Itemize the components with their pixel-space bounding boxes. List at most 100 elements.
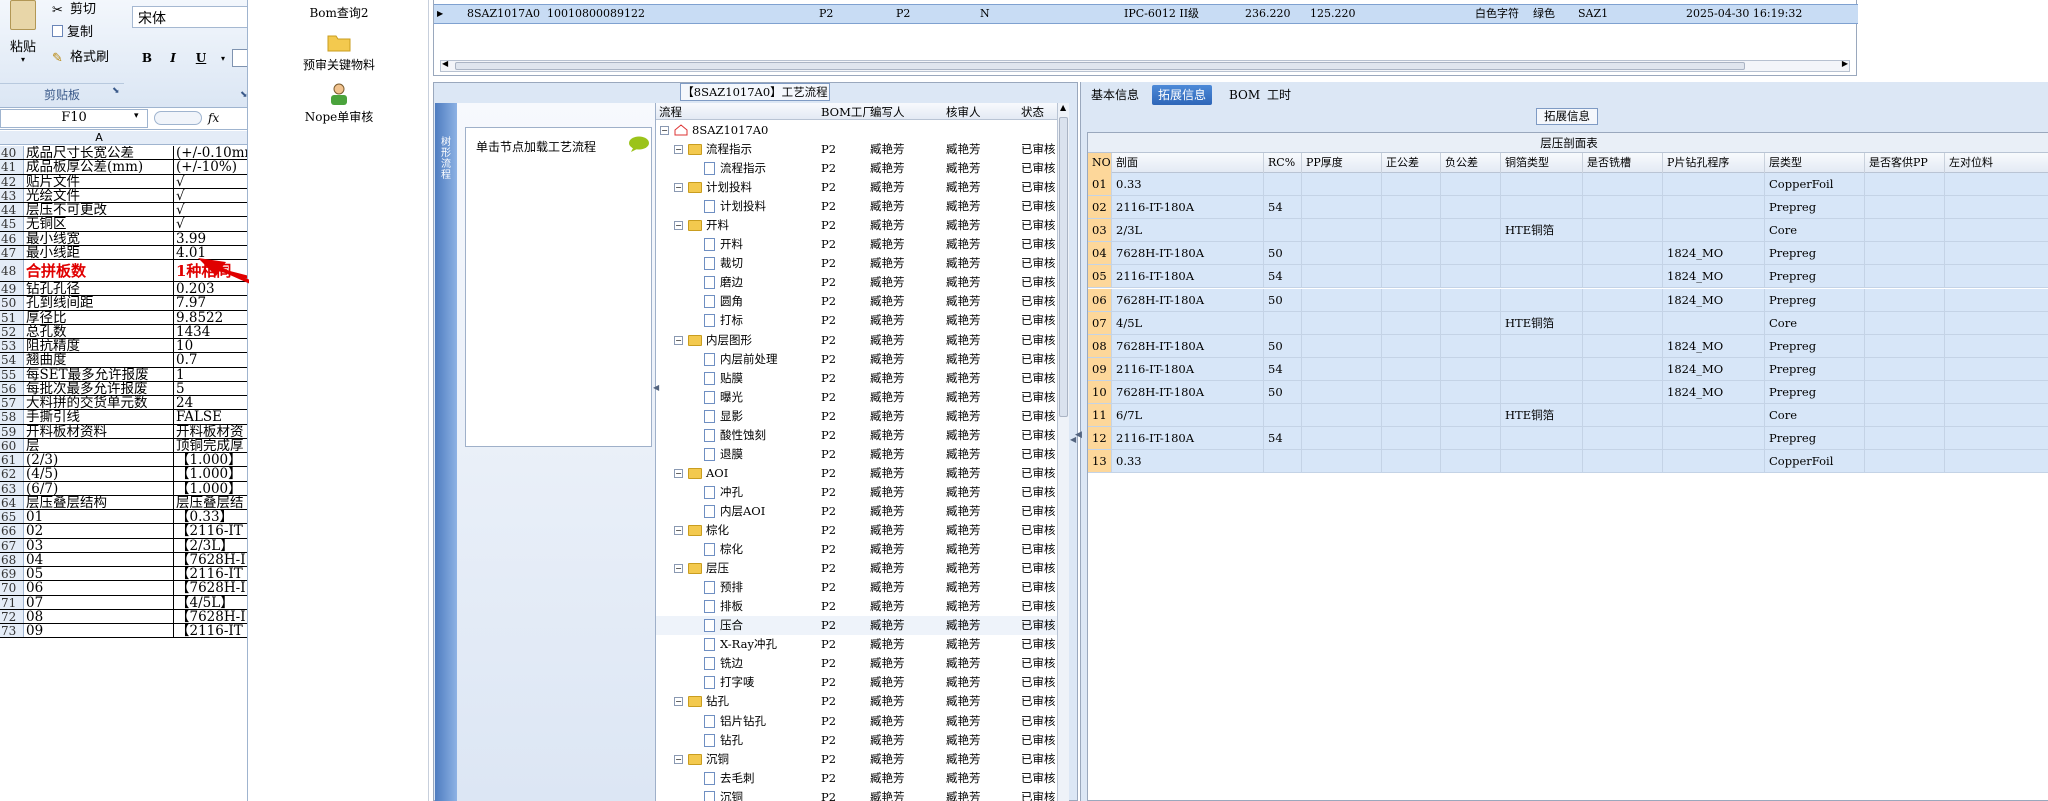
table-cell[interactable]: 2116-IT-180A bbox=[1112, 196, 1264, 219]
table-cell[interactable] bbox=[1501, 357, 1583, 380]
table-row[interactable]: 11 6/7L HTE铜箔 Core bbox=[1088, 404, 2048, 427]
table-cell[interactable] bbox=[1945, 289, 2048, 311]
table-cell[interactable] bbox=[1382, 288, 1441, 311]
table-cell[interactable]: 05 bbox=[1088, 265, 1112, 288]
tree-node[interactable]: 退膜 P2 臧艳芳 臧艳芳 已审核 bbox=[656, 445, 1058, 464]
table-cell[interactable]: 1824_MO bbox=[1663, 288, 1765, 311]
scrollbar-thumb[interactable] bbox=[455, 62, 1745, 70]
tree-node[interactable]: 预排 P2 臧艳芳 臧艳芳 已审核 bbox=[656, 578, 1058, 597]
table-cell[interactable]: 7628H-IT-180A bbox=[1112, 334, 1264, 357]
table-cell[interactable] bbox=[1583, 173, 1663, 195]
table-cell[interactable]: Prepreg bbox=[1765, 380, 1865, 403]
table-row[interactable]: 01 0.33 CopperFoil bbox=[1088, 173, 2048, 196]
table-cell[interactable] bbox=[1264, 311, 1302, 334]
table-cell[interactable] bbox=[1865, 311, 1945, 334]
table-cell[interactable] bbox=[1945, 173, 2048, 195]
table-cell[interactable]: Prepreg bbox=[1765, 357, 1865, 380]
table-cell[interactable]: 1824_MO bbox=[1663, 334, 1765, 357]
table-cell[interactable] bbox=[1865, 242, 1945, 265]
table-cell[interactable] bbox=[1865, 196, 1945, 219]
table-cell[interactable]: 09 bbox=[1088, 357, 1112, 380]
table-row[interactable]: ▶ 8SAZ1017A0 10010800089122 P2 P2 N IPC-… bbox=[434, 4, 1858, 24]
table-row[interactable]: 06 7628H-IT-180A 50 1824_MO Prepreg bbox=[1088, 288, 2048, 312]
tab-extended-info[interactable]: 拓展信息 bbox=[1152, 85, 1213, 105]
table-cell[interactable]: 10 bbox=[1088, 380, 1112, 403]
table-cell[interactable]: 1824_MO bbox=[1663, 242, 1765, 265]
table-cell[interactable] bbox=[1945, 381, 2048, 403]
table-cell[interactable]: 01 bbox=[1088, 173, 1112, 195]
collapse-icon[interactable]: − bbox=[674, 335, 683, 345]
tree-node[interactable]: 铝片钻孔 P2 臧艳芳 臧艳芳 已审核 bbox=[656, 712, 1058, 731]
collapse-icon[interactable]: − bbox=[660, 126, 669, 135]
table-cell[interactable] bbox=[1382, 265, 1441, 288]
table-cell[interactable] bbox=[1302, 242, 1382, 265]
table-cell[interactable] bbox=[1501, 427, 1583, 450]
table-cell[interactable]: 7628H-IT-180A bbox=[1112, 288, 1264, 311]
table-cell[interactable]: 50 bbox=[1264, 288, 1302, 311]
table-cell[interactable]: 07 bbox=[1088, 311, 1112, 334]
table-cell[interactable] bbox=[1441, 219, 1501, 242]
table-cell[interactable] bbox=[1302, 334, 1382, 357]
table-cell[interactable]: 54 bbox=[1264, 357, 1302, 380]
table-cell[interactable] bbox=[1302, 311, 1382, 334]
table-cell[interactable] bbox=[1441, 380, 1501, 403]
table-cell[interactable]: Prepreg bbox=[1765, 334, 1865, 357]
tree-node[interactable]: 流程指示 P2 臧艳芳 臧艳芳 已审核 bbox=[656, 159, 1058, 178]
table-cell[interactable]: 2116-IT-180A bbox=[1112, 357, 1264, 380]
tree-node[interactable]: 打标 P2 臧艳芳 臧艳芳 已审核 bbox=[656, 311, 1058, 330]
table-cell[interactable] bbox=[1945, 427, 2048, 449]
table-cell[interactable] bbox=[1945, 219, 2048, 241]
collapse-icon[interactable]: − bbox=[674, 697, 683, 707]
table-cell[interactable]: 0.33 bbox=[1112, 450, 1264, 473]
tree-node[interactable]: 铣边 P2 臧艳芳 臧艳芳 已审核 bbox=[656, 654, 1058, 673]
collapse-icon[interactable]: − bbox=[674, 221, 683, 231]
tree-node[interactable]: 酸性蚀刻 P2 臧艳芳 臧艳芳 已审核 bbox=[656, 426, 1058, 445]
tree-node[interactable]: 钻孔 P2 臧艳芳 臧艳芳 已审核 bbox=[656, 731, 1058, 750]
tree-node[interactable]: X-Ray冲孔 P2 臧艳芳 臧艳芳 已审核 bbox=[656, 635, 1058, 654]
table-cell[interactable]: CopperFoil bbox=[1765, 173, 1865, 195]
table-cell[interactable] bbox=[1663, 404, 1765, 426]
table-row[interactable]: 10 7628H-IT-180A 50 1824_MO Prepreg bbox=[1088, 380, 2048, 404]
table-cell[interactable] bbox=[1302, 173, 1382, 195]
col-layer-type[interactable]: 层类型 bbox=[1765, 153, 1865, 173]
table-cell[interactable] bbox=[1302, 450, 1382, 473]
table-cell[interactable] bbox=[1501, 334, 1583, 357]
table-cell[interactable] bbox=[1302, 427, 1382, 450]
table-row[interactable]: 07 4/5L HTE铜箔 Core bbox=[1088, 311, 2048, 335]
tree-node[interactable]: − 沉铜 P2 臧艳芳 臧艳芳 已审核 bbox=[656, 750, 1058, 769]
table-cell[interactable]: 54 bbox=[1264, 427, 1302, 450]
col-drill-program[interactable]: P片钻孔程序 bbox=[1663, 153, 1765, 173]
tree-node[interactable]: 圆角 P2 臧艳芳 臧艳芳 已审核 bbox=[656, 292, 1058, 311]
table-cell[interactable] bbox=[1441, 311, 1501, 334]
tree-node[interactable]: − 层压 P2 臧艳芳 臧艳芳 已审核 bbox=[656, 559, 1058, 578]
table-cell[interactable] bbox=[1865, 173, 1945, 195]
table-cell[interactable]: 04 bbox=[1088, 242, 1112, 265]
tree-node[interactable]: 去毛刺 P2 臧艳芳 臧艳芳 已审核 bbox=[656, 769, 1058, 788]
collapse-icon[interactable]: − bbox=[674, 564, 683, 574]
nav-item-bom-query[interactable]: Bom查询2 bbox=[249, 4, 429, 21]
chat-bubble-icon[interactable] bbox=[628, 136, 650, 152]
collapse-icon[interactable]: − bbox=[674, 183, 683, 193]
col-left-align[interactable]: 左对位料 bbox=[1945, 153, 2048, 173]
table-cell[interactable]: 2116-IT-180A bbox=[1112, 265, 1264, 288]
table-cell[interactable]: 2/3L bbox=[1112, 219, 1264, 242]
tree-root[interactable]: − 8SAZ1017A0 bbox=[656, 121, 1058, 140]
tree-node[interactable]: 冲孔 P2 臧艳芳 臧艳芳 已审核 bbox=[656, 483, 1058, 502]
table-cell[interactable] bbox=[1583, 357, 1663, 380]
table-cell[interactable]: 50 bbox=[1264, 380, 1302, 403]
table-cell[interactable]: 7628H-IT-180A bbox=[1112, 380, 1264, 403]
collapse-icon[interactable]: − bbox=[674, 145, 683, 154]
chevron-up-icon[interactable]: ▲ bbox=[1060, 103, 1066, 112]
table-cell[interactable] bbox=[1441, 357, 1501, 380]
table-cell[interactable] bbox=[1865, 427, 1945, 450]
table-cell[interactable] bbox=[1441, 173, 1501, 195]
table-cell[interactable] bbox=[1583, 311, 1663, 334]
tree-node[interactable]: 开料 P2 臧艳芳 臧艳芳 已审核 bbox=[656, 235, 1058, 254]
table-cell[interactable] bbox=[1583, 380, 1663, 403]
col-rc[interactable]: RC% bbox=[1264, 153, 1302, 173]
tree-node[interactable]: 棕化 P2 臧艳芳 臧艳芳 已审核 bbox=[656, 540, 1058, 559]
table-cell[interactable] bbox=[1945, 335, 2048, 357]
col-section[interactable]: 剖面 bbox=[1112, 153, 1264, 173]
table-cell[interactable] bbox=[1945, 196, 2048, 218]
table-cell[interactable] bbox=[1302, 265, 1382, 288]
